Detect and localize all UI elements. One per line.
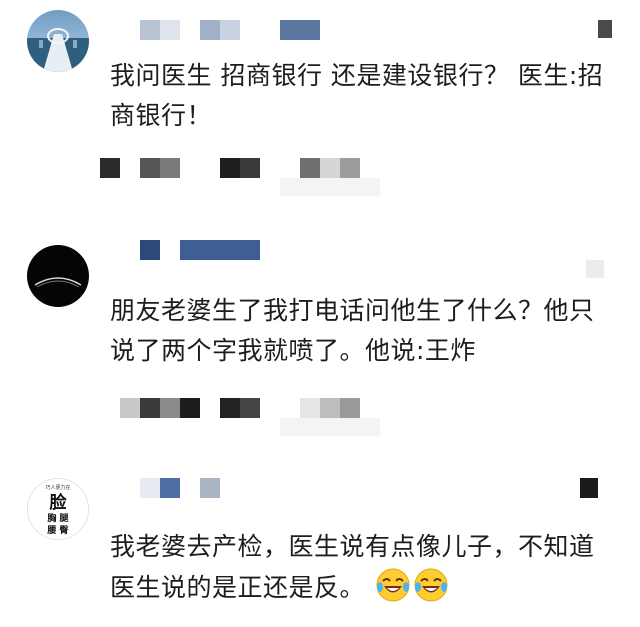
svg-text:腰 臀: 腰 臀 [46,525,68,536]
pier-photo-avatar [27,10,89,72]
blurred-like-icon[interactable] [598,20,612,38]
comment-text: 朋友老婆生了我打电话问他生了什么？他只说了两个字我就喷了。他说:王炸 [110,296,595,365]
blurred-username [140,478,220,498]
blurred-username [140,20,320,40]
svg-text:脸: 脸 [50,492,68,513]
crying-laughing-emoji [376,568,410,602]
face-text-avatar: 巧人便力在 脸 胸 腿 腰 臀 [28,479,88,539]
user-avatar[interactable]: 巧人便力在 脸 胸 腿 腰 臀 [27,478,89,540]
black-planet-avatar [27,245,89,307]
user-avatar[interactable] [27,245,89,307]
svg-text:胸 腿: 胸 腿 [47,512,69,524]
blurred-like-icon[interactable] [580,478,598,498]
blurred-like-icon[interactable] [586,260,604,278]
crying-laughing-emoji [414,568,448,602]
comment-text: 我问医生 招商银行 还是建设银行？ 医生:招商银行！ [110,61,604,130]
user-avatar[interactable] [27,10,89,72]
blurred-meta [100,158,400,178]
blurred-meta [120,398,380,418]
comment-text: 我老婆去产检，医生说有点像儿子，不知道医生说的是正还是反。 [110,532,595,602]
blurred-username [140,240,260,260]
svg-text:巧人便力在: 巧人便力在 [45,484,70,491]
